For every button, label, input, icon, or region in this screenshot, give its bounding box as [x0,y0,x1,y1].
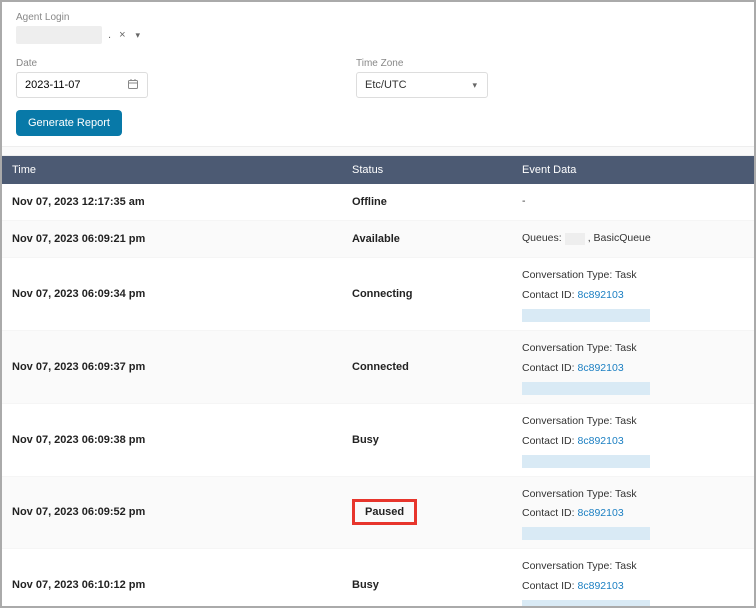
redacted-text [522,455,650,468]
event-data-cell: Conversation Type: TaskContact ID: 8c892… [512,403,754,476]
highlight-box: Paused [352,499,417,525]
agent-login-field[interactable]: . × ▾ [16,26,740,44]
time-cell: Nov 07, 2023 06:09:38 pm [2,403,342,476]
contact-id-link[interactable]: 8c892103 [578,432,624,452]
status-cell: Connecting [342,257,512,330]
timezone-label: Time Zone [356,58,488,69]
agent-login-value-redacted [16,26,102,44]
status-cell: Busy [342,549,512,608]
timezone-value: Etc/UTC [365,79,407,91]
time-cell: Nov 07, 2023 06:09:34 pm [2,257,342,330]
event-data-cell: Queues:, BasicQueue [512,220,754,257]
table-row: Nov 07, 2023 06:10:12 pmBusyConversation… [2,549,754,608]
col-status: Status [342,156,512,184]
redacted-text [522,309,650,322]
divider [2,146,754,156]
redacted-text [565,233,585,245]
date-input[interactable] [16,72,148,98]
status-cell: Available [342,220,512,257]
contact-id-link[interactable]: 8c892103 [578,577,624,597]
redacted-text [522,382,650,395]
date-value[interactable] [25,79,115,91]
table-row: Nov 07, 2023 12:17:35 amOffline- [2,184,754,220]
redacted-text [522,527,650,540]
event-data-cell: Conversation Type: TaskContact ID: 8c892… [512,257,754,330]
contact-id-link[interactable]: 8c892103 [578,359,624,379]
chevron-down-icon: ▾ [470,80,479,91]
table-row: Nov 07, 2023 06:09:21 pmAvailableQueues:… [2,220,754,257]
time-cell: Nov 07, 2023 12:17:35 am [2,184,342,220]
time-cell: Nov 07, 2023 06:09:52 pm [2,476,342,549]
status-cell: Busy [342,403,512,476]
col-event-data: Event Data [512,156,754,184]
event-data-cell: Conversation Type: TaskContact ID: 8c892… [512,330,754,403]
redacted-text [522,600,650,608]
event-data-cell: - [512,184,754,220]
agent-login-suffix: . [108,29,111,41]
results-table: Time Status Event Data Nov 07, 2023 12:1… [2,156,754,608]
status-cell: Paused [342,476,512,549]
time-cell: Nov 07, 2023 06:09:37 pm [2,330,342,403]
table-row: Nov 07, 2023 06:09:52 pm Paused Conversati… [2,476,754,549]
event-data-cell: Conversation Type: TaskContact ID: 8c892… [512,549,754,608]
generate-report-button[interactable]: Generate Report [16,110,122,136]
date-label: Date [16,58,296,69]
time-cell: Nov 07, 2023 06:09:21 pm [2,220,342,257]
clear-icon[interactable]: × [115,29,129,41]
time-cell: Nov 07, 2023 06:10:12 pm [2,549,342,608]
contact-id-link[interactable]: 8c892103 [578,504,624,524]
table-row: Nov 07, 2023 06:09:38 pmBusyConversation… [2,403,754,476]
event-data-cell: Conversation Type: TaskContact ID: 8c892… [512,476,754,549]
table-row: Nov 07, 2023 06:09:34 pmConnectingConver… [2,257,754,330]
status-cell: Connected [342,330,512,403]
calendar-icon[interactable] [127,78,139,93]
table-row: Nov 07, 2023 06:09:37 pmConnectedConvers… [2,330,754,403]
timezone-select[interactable]: Etc/UTC ▾ [356,72,488,98]
agent-login-label: Agent Login [16,12,740,23]
contact-id-link[interactable]: 8c892103 [578,286,624,306]
chevron-down-icon[interactable]: ▾ [134,30,143,41]
col-time: Time [2,156,342,184]
status-cell: Offline [342,184,512,220]
